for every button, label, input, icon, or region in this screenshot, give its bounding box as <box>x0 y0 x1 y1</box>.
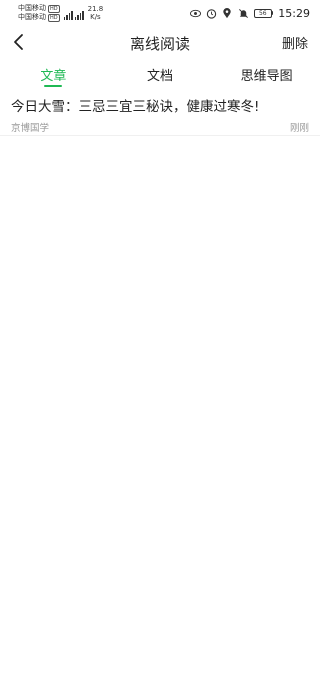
carrier-1-name: 中国移动 <box>18 4 46 12</box>
network-speed-unit: K/s <box>90 13 101 21</box>
tab-mind-maps[interactable]: 思维导图 <box>213 60 320 88</box>
signal-icon <box>63 11 73 20</box>
location-icon <box>222 7 233 19</box>
network-speed: 21.8 K/s <box>88 5 104 21</box>
article-title: 今日大雪：三忌三宜三秘诀，健康过寒冬! <box>11 99 260 115</box>
delete-button[interactable]: 删除 <box>282 33 308 52</box>
article-time: 刚刚 <box>289 123 309 134</box>
carrier-info: 中国移动 HD 中国移动 HD <box>18 4 60 22</box>
tab-bar: 文章 文档 思维导图 <box>0 60 320 88</box>
signal-icon <box>74 11 84 20</box>
eye-icon <box>189 8 201 19</box>
tab-articles[interactable]: 文章 <box>0 60 107 88</box>
battery-icon: 56 <box>253 8 274 18</box>
battery-level: 56 <box>253 8 272 18</box>
article-meta: 京博国学 刚刚 <box>11 120 309 134</box>
carrier-2-name: 中国移动 <box>18 13 46 21</box>
alarm-icon <box>206 8 217 19</box>
signal-icons <box>63 6 84 20</box>
hd-badge: HD <box>48 13 60 22</box>
tab-documents[interactable]: 文档 <box>107 60 214 88</box>
navigation-bar: 离线阅读 删除 <box>0 26 320 58</box>
list-item[interactable]: 今日大雪：三忌三宜三秘诀，健康过寒冬! 京博国学 刚刚 <box>0 88 320 136</box>
hd-badge: HD <box>48 4 60 13</box>
status-bar: 中国移动 HD 中国移动 HD 21.8 K/s 56 15:29 <box>0 0 320 26</box>
bell-mute-icon <box>238 8 249 19</box>
article-list: 今日大雪：三忌三宜三秘诀，健康过寒冬! 京博国学 刚刚 <box>0 88 320 136</box>
article-source: 京博国学 <box>11 123 50 134</box>
page-title: 离线阅读 <box>129 35 190 53</box>
clock: 15:29 <box>278 6 310 20</box>
network-speed-value: 21.8 <box>87 5 104 13</box>
